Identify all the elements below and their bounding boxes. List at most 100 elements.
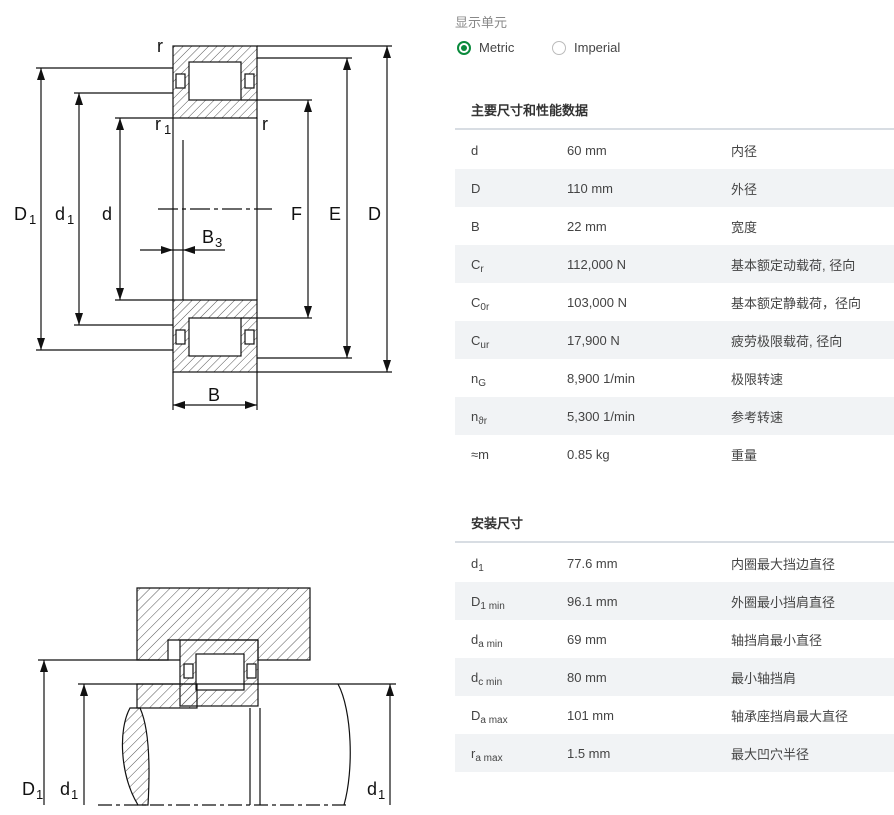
table-row: d 60 mm 内径 <box>455 131 894 169</box>
label-d1-sub: 1 <box>67 212 74 227</box>
radio-metric[interactable]: Metric <box>457 40 514 55</box>
dimensions-section-divider <box>455 128 894 130</box>
spec-value: 110 mm <box>567 169 731 207</box>
spec-description: 轴承座挡肩最大直径 <box>731 708 849 724</box>
spec-symbol-subscript: c min <box>478 676 503 688</box>
spec-value: 5,300 1/min <box>567 397 731 435</box>
spec-value: 112,000 N <box>567 245 731 283</box>
table-row: nϑr 5,300 1/min 参考转速 <box>455 397 894 435</box>
mounting-section-title: 安装尺寸 <box>471 516 524 531</box>
unit-selector-label: 显示单元 <box>455 15 508 30</box>
spec-value: 1.5 mm <box>567 734 731 772</box>
table-row: Cr 112,000 N 基本额定动载荷, 径向 <box>455 245 894 283</box>
spec-symbol-main: D <box>471 707 481 723</box>
spec-description: 基本额定静载荷，径向 <box>731 295 862 311</box>
spec-symbol-main: d <box>471 142 479 158</box>
dimensions-table: d 60 mm 内径 D 110 mm 外径 B 22 mm 宽度 Cr 112,000 N 基本额定… <box>455 131 894 473</box>
mounting-diagram: D 1 d 1 d 1 <box>22 587 396 806</box>
spec-symbol: D <box>455 169 567 207</box>
spec-value: 77.6 mm <box>567 555 618 571</box>
label-E: E <box>329 204 341 224</box>
spec-description: 最小轴挡肩 <box>731 658 894 696</box>
spec-symbol-main: B <box>471 218 480 234</box>
label-B3: B <box>202 227 214 247</box>
spec-description: 轴挡肩最小直径 <box>731 632 823 648</box>
bearing-cross-section-diagram: r r 1 r D 1 d 1 d B 3 F E D B <box>14 36 392 410</box>
unit-selector: Metric Imperial <box>455 40 755 60</box>
table-row: d1 77.6 mm 内圈最大挡边直径 <box>455 544 894 582</box>
spec-value: 69 mm <box>567 631 607 647</box>
label-r-top: r <box>157 36 163 56</box>
spec-value: 17,900 N <box>567 321 731 359</box>
label-D1-bottom: D <box>22 779 35 799</box>
label-d1-bottom-right: d <box>367 779 377 799</box>
spec-value: 22 mm <box>567 218 607 234</box>
spec-symbol-main: D <box>471 180 481 196</box>
label-d1-bottom-left-sub: 1 <box>71 787 78 802</box>
label-r1: r <box>155 114 161 134</box>
label-D1-bottom-sub: 1 <box>36 787 43 802</box>
spec-description: 宽度 <box>731 219 758 235</box>
spec-symbol-subscript: a max <box>480 714 508 726</box>
spec-symbol: D1 min <box>455 582 567 620</box>
spec-value: 103,000 N <box>567 294 627 310</box>
label-r-right: r <box>262 114 268 134</box>
spec-description: 疲劳极限载荷, 径向 <box>731 321 894 359</box>
spec-symbol: Cur <box>455 321 567 359</box>
spec-symbol-main: C <box>471 332 481 348</box>
spec-value: 80 mm <box>567 658 731 696</box>
spec-value: 101 mm <box>567 707 614 723</box>
spec-symbol-subscript: 1 min <box>480 600 505 612</box>
dimensions-section-title: 主要尺寸和性能数据 <box>471 103 589 118</box>
radio-imperial-indicator <box>552 40 566 55</box>
spec-symbol-subscript: 0r <box>480 301 490 313</box>
spec-description: 外径 <box>731 169 894 207</box>
spec-symbol: Da max <box>455 696 567 734</box>
spec-symbol: dc min <box>455 658 567 696</box>
spec-symbol: ≈m <box>455 435 567 473</box>
spec-symbol-subscript: 1 <box>478 562 484 574</box>
table-row: Cur 17,900 N 疲劳极限载荷, 径向 <box>455 321 894 359</box>
label-D1: D <box>14 204 27 224</box>
label-d1-bottom-left: d <box>60 779 70 799</box>
table-row: B 22 mm 宽度 <box>455 207 894 245</box>
spec-symbol: d1 <box>455 544 567 582</box>
spec-symbol: nϑr <box>455 397 567 435</box>
spec-symbol-subscript: ϑr <box>478 415 488 427</box>
spec-symbol-subscript: a min <box>478 638 503 650</box>
spec-symbol: B <box>455 207 567 245</box>
label-F: F <box>291 204 302 224</box>
spec-symbol: nG <box>455 359 567 397</box>
table-row: D 110 mm 外径 <box>455 169 894 207</box>
table-row: Da max 101 mm 轴承座挡肩最大直径 <box>455 696 894 734</box>
spec-symbol: da min <box>455 620 567 658</box>
label-B3-sub: 3 <box>215 235 222 250</box>
radio-imperial[interactable]: Imperial <box>552 40 620 55</box>
radio-metric-label: Metric <box>479 40 515 55</box>
label-d1: d <box>55 204 65 224</box>
spec-symbol-main: C <box>471 294 481 310</box>
spec-description: 内径 <box>731 143 758 159</box>
label-d: d <box>102 204 112 224</box>
spec-symbol-subscript: a max <box>475 752 503 764</box>
spec-description: 参考转速 <box>731 397 894 435</box>
spec-value: 60 mm <box>567 142 607 158</box>
spec-value: 96.1 mm <box>567 582 731 620</box>
label-D: D <box>368 204 381 224</box>
table-row: ra max 1.5 mm 最大凹穴半径 <box>455 734 894 772</box>
spec-value: 8,900 1/min <box>567 370 635 386</box>
table-row: nG 8,900 1/min 极限转速 <box>455 359 894 397</box>
spec-symbol: ra max <box>455 734 567 772</box>
spec-symbol: C0r <box>455 283 567 321</box>
spec-symbol-main: D <box>471 593 481 609</box>
spec-symbol-subscript: r <box>480 263 484 275</box>
mounting-section-divider <box>455 541 894 543</box>
table-row: da min 69 mm 轴挡肩最小直径 <box>455 620 894 658</box>
spec-value: 0.85 kg <box>567 446 610 462</box>
mounting-table: d1 77.6 mm 内圈最大挡边直径 D1 min 96.1 mm 外圈最小挡肩直径 da… <box>455 544 894 772</box>
spec-symbol: Cr <box>455 245 567 283</box>
table-row: dc min 80 mm 最小轴挡肩 <box>455 658 894 696</box>
spec-symbol: d <box>455 131 567 169</box>
label-B: B <box>208 385 220 405</box>
table-row: D1 min 96.1 mm 外圈最小挡肩直径 <box>455 582 894 620</box>
